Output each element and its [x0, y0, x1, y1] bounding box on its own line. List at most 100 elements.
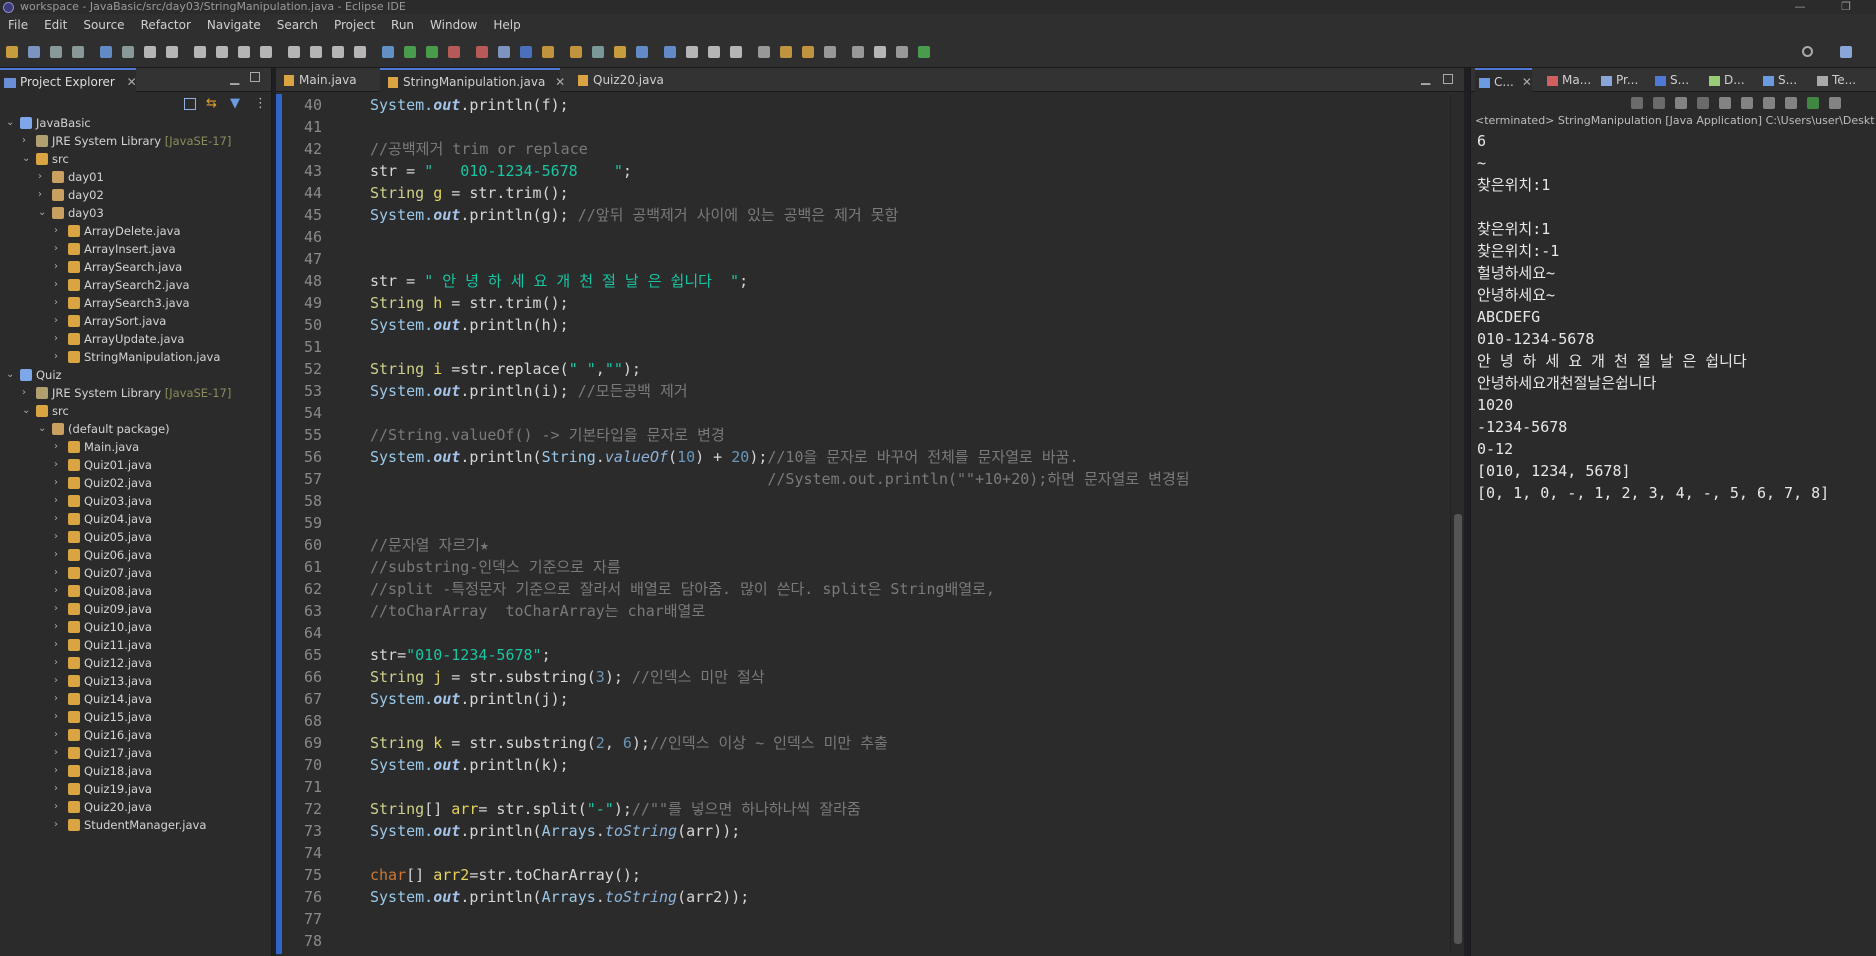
collapsed-arrow-icon[interactable]: ›	[54, 816, 64, 834]
tab-view-7[interactable]: Te...	[1813, 68, 1856, 92]
tree-item-quiz06-java[interactable]: › Quiz06.java	[0, 546, 270, 564]
toolbar-icon-20[interactable]	[448, 46, 460, 58]
perspective-icon[interactable]	[1840, 46, 1852, 58]
tree-item-quiz02-java[interactable]: › Quiz02.java	[0, 474, 270, 492]
toolbar-icon-28[interactable]	[636, 46, 648, 58]
minimize-view-icon[interactable]: ▁	[1421, 71, 1430, 85]
toolbar-icon-10[interactable]	[216, 46, 228, 58]
console-toolbar-icon-5[interactable]	[1719, 97, 1731, 109]
collapsed-arrow-icon[interactable]: ›	[54, 744, 64, 762]
menu-edit[interactable]: Edit	[36, 18, 75, 32]
tab-view-2[interactable]: Ma...	[1543, 68, 1591, 92]
tab-view-1[interactable]: C... ✕	[1475, 68, 1532, 92]
tree-item-arraysearch-java[interactable]: › ArraySearch.java	[0, 258, 270, 276]
search-icon[interactable]	[1802, 46, 1813, 57]
toolbar-icon-27[interactable]	[614, 46, 626, 58]
collapsed-arrow-icon[interactable]: ›	[54, 258, 64, 276]
toolbar-icon-35[interactable]	[802, 46, 814, 58]
tab-quiz20-java[interactable]: Quiz20.java	[570, 68, 690, 92]
collapsed-arrow-icon[interactable]: ›	[54, 546, 64, 564]
tree-item-quiz09-java[interactable]: › Quiz09.java	[0, 600, 270, 618]
expanded-arrow-icon[interactable]: ⌄	[6, 366, 16, 384]
toolbar-icon-31[interactable]	[708, 46, 720, 58]
collapsed-arrow-icon[interactable]: ›	[54, 636, 64, 654]
collapsed-arrow-icon[interactable]: ›	[54, 294, 64, 312]
tree-item-arraysearch2-java[interactable]: › ArraySearch2.java	[0, 276, 270, 294]
expanded-arrow-icon[interactable]: ⌄	[22, 402, 32, 420]
scrollbar-thumb[interactable]	[1454, 514, 1462, 944]
menu-window[interactable]: Window	[422, 18, 485, 32]
tree-item-arraydelete-java[interactable]: › ArrayDelete.java	[0, 222, 270, 240]
tree-item-quiz08-java[interactable]: › Quiz08.java	[0, 582, 270, 600]
tree-item-arrayinsert-java[interactable]: › ArrayInsert.java	[0, 240, 270, 258]
collapsed-arrow-icon[interactable]: ›	[54, 348, 64, 366]
console-toolbar-icon-3[interactable]	[1675, 97, 1687, 109]
toolbar-icon-33[interactable]	[758, 46, 770, 58]
console-toolbar-icon-4[interactable]	[1697, 97, 1709, 109]
collapsed-arrow-icon[interactable]: ›	[38, 186, 48, 204]
menu-source[interactable]: Source	[75, 18, 132, 32]
toolbar-icon-5[interactable]	[100, 46, 112, 58]
collapsed-arrow-icon[interactable]: ›	[54, 780, 64, 798]
collapsed-arrow-icon[interactable]: ›	[54, 654, 64, 672]
collapsed-arrow-icon[interactable]: ›	[54, 708, 64, 726]
toolbar-icon-21[interactable]	[476, 46, 488, 58]
minimize-view-icon[interactable]: ▁	[230, 71, 239, 85]
menu-project[interactable]: Project	[326, 18, 383, 32]
collapsed-arrow-icon[interactable]: ›	[54, 492, 64, 510]
toolbar-icon-14[interactable]	[310, 46, 322, 58]
toolbar-icon-34[interactable]	[780, 46, 792, 58]
collapsed-arrow-icon[interactable]: ›	[54, 690, 64, 708]
toolbar-icon-29[interactable]	[664, 46, 676, 58]
toolbar-icon-32[interactable]	[730, 46, 742, 58]
toolbar-icon-23[interactable]	[520, 46, 532, 58]
toolbar-icon-36[interactable]	[824, 46, 836, 58]
toolbar-icon-3[interactable]	[50, 46, 62, 58]
menu-run[interactable]: Run	[383, 18, 422, 32]
toolbar-icon-4[interactable]	[72, 46, 84, 58]
console-toolbar-icon-6[interactable]	[1741, 97, 1753, 109]
tree-item-quiz16-java[interactable]: › Quiz16.java	[0, 726, 270, 744]
expanded-arrow-icon[interactable]: ⌄	[22, 150, 32, 168]
tree-item-quiz15-java[interactable]: › Quiz15.java	[0, 708, 270, 726]
close-icon[interactable]: ✕	[1522, 75, 1532, 89]
console-toolbar-icon-9[interactable]	[1807, 97, 1819, 109]
collapsed-arrow-icon[interactable]: ›	[54, 240, 64, 258]
tree-item-quiz18-java[interactable]: › Quiz18.java	[0, 762, 270, 780]
code-area[interactable]: 40 System.out.println(f); 41 42//공백제거 trim …	[276, 94, 1446, 954]
menu-refactor[interactable]: Refactor	[133, 18, 199, 32]
toolbar-icon-24[interactable]	[542, 46, 554, 58]
tree-item-quiz[interactable]: ⌄ Quiz	[0, 366, 270, 384]
tree-item-src[interactable]: ⌄ src	[0, 150, 270, 168]
toolbar-icon-13[interactable]	[288, 46, 300, 58]
menu-search[interactable]: Search	[269, 18, 326, 32]
tree-item-day02[interactable]: › day02	[0, 186, 270, 204]
toolbar-icon-18[interactable]	[404, 46, 416, 58]
toolbar-icon-1[interactable]	[6, 46, 18, 58]
collapsed-arrow-icon[interactable]: ›	[54, 726, 64, 744]
toolbar-icon-11[interactable]	[238, 46, 250, 58]
collapsed-arrow-icon[interactable]: ›	[54, 798, 64, 816]
toolbar-icon-9[interactable]	[194, 46, 206, 58]
collapsed-arrow-icon[interactable]: ›	[38, 168, 48, 186]
toolbar-icon-7[interactable]	[144, 46, 156, 58]
tree-item-src[interactable]: ⌄ src	[0, 402, 270, 420]
tree-item-quiz13-java[interactable]: › Quiz13.java	[0, 672, 270, 690]
filter-icon[interactable]: ▼	[230, 96, 240, 111]
tree-item-day03[interactable]: ⌄ day03	[0, 204, 270, 222]
collapsed-arrow-icon[interactable]: ›	[54, 510, 64, 528]
collapsed-arrow-icon[interactable]: ›	[54, 618, 64, 636]
toolbar-icon-15[interactable]	[332, 46, 344, 58]
restore-button[interactable]: ❐	[1826, 0, 1866, 14]
tree-item-quiz05-java[interactable]: › Quiz05.java	[0, 528, 270, 546]
tree-item-studentmanager-java[interactable]: › StudentManager.java	[0, 816, 270, 834]
tab-project-explorer[interactable]: Project Explorer ✕	[0, 68, 137, 92]
toolbar-icon-12[interactable]	[260, 46, 272, 58]
tree-item-quiz10-java[interactable]: › Quiz10.java	[0, 618, 270, 636]
tree-item-quiz17-java[interactable]: › Quiz17.java	[0, 744, 270, 762]
link-editor-icon[interactable]: ⇆	[206, 96, 217, 111]
tree-item-arrayupdate-java[interactable]: › ArrayUpdate.java	[0, 330, 270, 348]
tree-item-main-java[interactable]: › Main.java	[0, 438, 270, 456]
tree-item-quiz20-java[interactable]: › Quiz20.java	[0, 798, 270, 816]
collapsed-arrow-icon[interactable]: ›	[54, 672, 64, 690]
